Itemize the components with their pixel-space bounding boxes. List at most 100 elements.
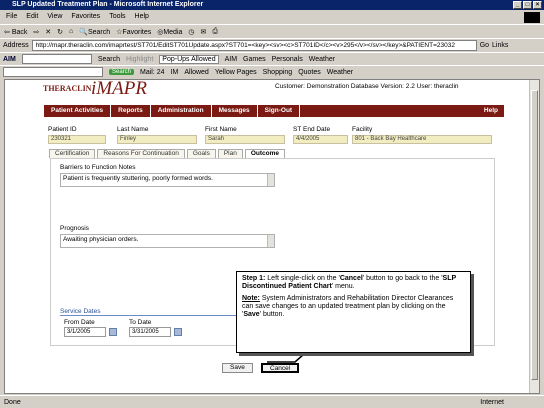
from-calendar-icon[interactable] [109, 328, 117, 336]
im-button[interactable]: IM [171, 69, 179, 76]
yellow-pages-button[interactable]: Yellow Pages [215, 69, 257, 76]
minimize-button[interactable]: _ [513, 1, 522, 9]
barriers-text: Patient is frequently stuttering, poorly… [63, 175, 213, 182]
favorites-label: Favorites [122, 28, 152, 36]
callout-save-ref: Save [243, 311, 260, 318]
tab-plan[interactable]: Plan [217, 149, 243, 158]
callout-note: Note: System Administrators and Rehabili… [242, 295, 465, 319]
favorites-button[interactable]: ☆Favorites [116, 28, 151, 36]
from-date-label: From Date [64, 319, 95, 326]
instruction-callout: Step 1: Left single-click on the 'Cancel… [236, 271, 471, 353]
aim-toolbar: AIM Search Highlight Pop-Ups Allowed AIM… [0, 52, 544, 65]
facility-label: Facility [352, 126, 373, 133]
forward-icon[interactable]: ⇨ [33, 28, 39, 36]
aim-search-input[interactable] [21, 54, 92, 64]
browser-toolbar: ⇦ Back ⇨ ✕ ↻ ⌂ 🔍Search ☆Favorites ◎Media… [0, 24, 544, 38]
patient-id-label: Patient ID [48, 126, 77, 133]
mail-icon[interactable]: ✉ [201, 28, 207, 36]
popups-button[interactable]: Pop-Ups Allowed [159, 54, 219, 64]
yahoo-toolbar: Search Mail: 24 IM Allowed Yellow Pages … [0, 65, 544, 78]
to-date-input[interactable]: 3/31/2005 [129, 327, 171, 337]
prognosis-label: Prognosis [60, 225, 89, 232]
media-label: Media [163, 28, 183, 36]
tab-goals[interactable]: Goals [186, 149, 216, 158]
tab-certification[interactable]: Certification [49, 149, 96, 158]
maximize-button[interactable]: □ [523, 1, 532, 9]
barriers-scrollbar[interactable] [267, 174, 274, 186]
nav-messages[interactable]: Messages [212, 105, 258, 117]
menu-edit[interactable]: Edit [26, 11, 38, 23]
close-button[interactable]: × [533, 1, 542, 9]
window-title: SLP Updated Treatment Plan - Microsoft I… [12, 1, 204, 8]
shopping-button[interactable]: Shopping [263, 69, 293, 76]
save-button[interactable]: Save [222, 363, 253, 373]
callout-step-text1: Left single-click on the ' [265, 275, 340, 282]
callout-step-text2: ' button to go back to the ' [362, 275, 443, 282]
nav-help[interactable]: Help [477, 105, 504, 117]
prognosis-textarea[interactable]: Awaiting physician orders. [60, 234, 275, 248]
status-zone: Internet [480, 398, 504, 406]
nav-administration[interactable]: Administration [151, 105, 212, 117]
address-input[interactable]: http://mapr.theraclin.com/imaprtest/ST70… [31, 40, 477, 51]
menu-file[interactable]: File [6, 11, 17, 23]
main-nav: Patient Activities Reports Administratio… [44, 105, 504, 117]
st-end-date-field: 4/4/2005 [293, 135, 348, 144]
facility-field: 801 - Back Bay Healthcare [352, 135, 492, 144]
mail-button[interactable]: Mail: 24 [140, 69, 165, 76]
refresh-icon[interactable]: ↻ [57, 28, 63, 36]
tab-outcome[interactable]: Outcome [244, 149, 286, 158]
tab-reasons-for-continuation[interactable]: Reasons For Continuation [97, 149, 185, 158]
history-icon[interactable]: ◷ [188, 28, 194, 36]
quotes-button[interactable]: Quotes [298, 69, 321, 76]
highlight-button[interactable]: Highlight [126, 56, 153, 63]
allowed-button[interactable]: Allowed [184, 69, 209, 76]
aim-menu[interactable]: AIM [3, 56, 16, 63]
prognosis-scrollbar[interactable] [267, 235, 274, 247]
go-button[interactable]: Go [480, 42, 489, 49]
yahoo-weather-button[interactable]: Weather [327, 69, 353, 76]
back-label: Back [11, 28, 28, 36]
patient-id-field: 230321 [48, 135, 106, 144]
st-end-date-label: ST End Date [293, 126, 331, 133]
menu-view[interactable]: View [47, 11, 62, 23]
nav-reports[interactable]: Reports [111, 105, 151, 117]
aim-search-button[interactable]: Search [98, 56, 120, 63]
barriers-textarea[interactable]: Patient is frequently stuttering, poorly… [60, 173, 275, 187]
last-name-field: Finley [117, 135, 197, 144]
nav-patient-activities[interactable]: Patient Activities [44, 105, 112, 117]
home-icon[interactable]: ⌂ [69, 28, 73, 35]
imapr-logo: iMAPR [91, 78, 147, 99]
personals-button[interactable]: Personals [272, 56, 303, 63]
yahoo-search-input[interactable] [3, 67, 103, 77]
search-button[interactable]: 🔍Search [79, 28, 110, 36]
stop-icon[interactable]: ✕ [45, 28, 51, 36]
back-button[interactable]: ⇦ Back [4, 28, 27, 36]
callout-step: Step 1: Left single-click on the 'Cancel… [242, 275, 465, 291]
games-button[interactable]: Games [243, 56, 266, 63]
print-icon[interactable]: ⎙ [212, 28, 218, 36]
vertical-scrollbar[interactable] [529, 80, 539, 393]
callout-cancel-ref: Cancel [339, 275, 363, 282]
title-bar: SLP Updated Treatment Plan - Microsoft I… [0, 0, 544, 10]
media-button[interactable]: ◎Media [157, 28, 182, 36]
callout-step-text3: ' menu. [331, 283, 355, 290]
menu-favorites[interactable]: Favorites [71, 11, 100, 23]
menu-tools[interactable]: Tools [109, 11, 125, 23]
nav-sign-out[interactable]: Sign-Out [258, 105, 301, 117]
theraclin-logo: THERACLIN [43, 84, 92, 93]
yahoo-search-button[interactable]: Search [109, 69, 135, 75]
from-date-input[interactable]: 3/1/2005 [64, 327, 106, 337]
links-button[interactable]: Links [492, 42, 508, 49]
to-calendar-icon[interactable] [174, 328, 182, 336]
customer-info: Customer: Demonstration Database Version… [275, 83, 459, 90]
first-name-label: First Name [205, 126, 237, 133]
address-label: Address [3, 42, 29, 49]
address-bar: Address http://mapr.theraclin.com/imaprt… [0, 38, 544, 52]
weather-button[interactable]: Weather [309, 56, 335, 63]
search-label: Search [87, 28, 111, 36]
windows-logo-icon [524, 12, 540, 23]
aim-button[interactable]: AIM [225, 56, 237, 63]
service-dates-label: Service Dates [60, 308, 101, 315]
status-bar: Done Internet [0, 395, 544, 408]
menu-help[interactable]: Help [135, 11, 149, 23]
